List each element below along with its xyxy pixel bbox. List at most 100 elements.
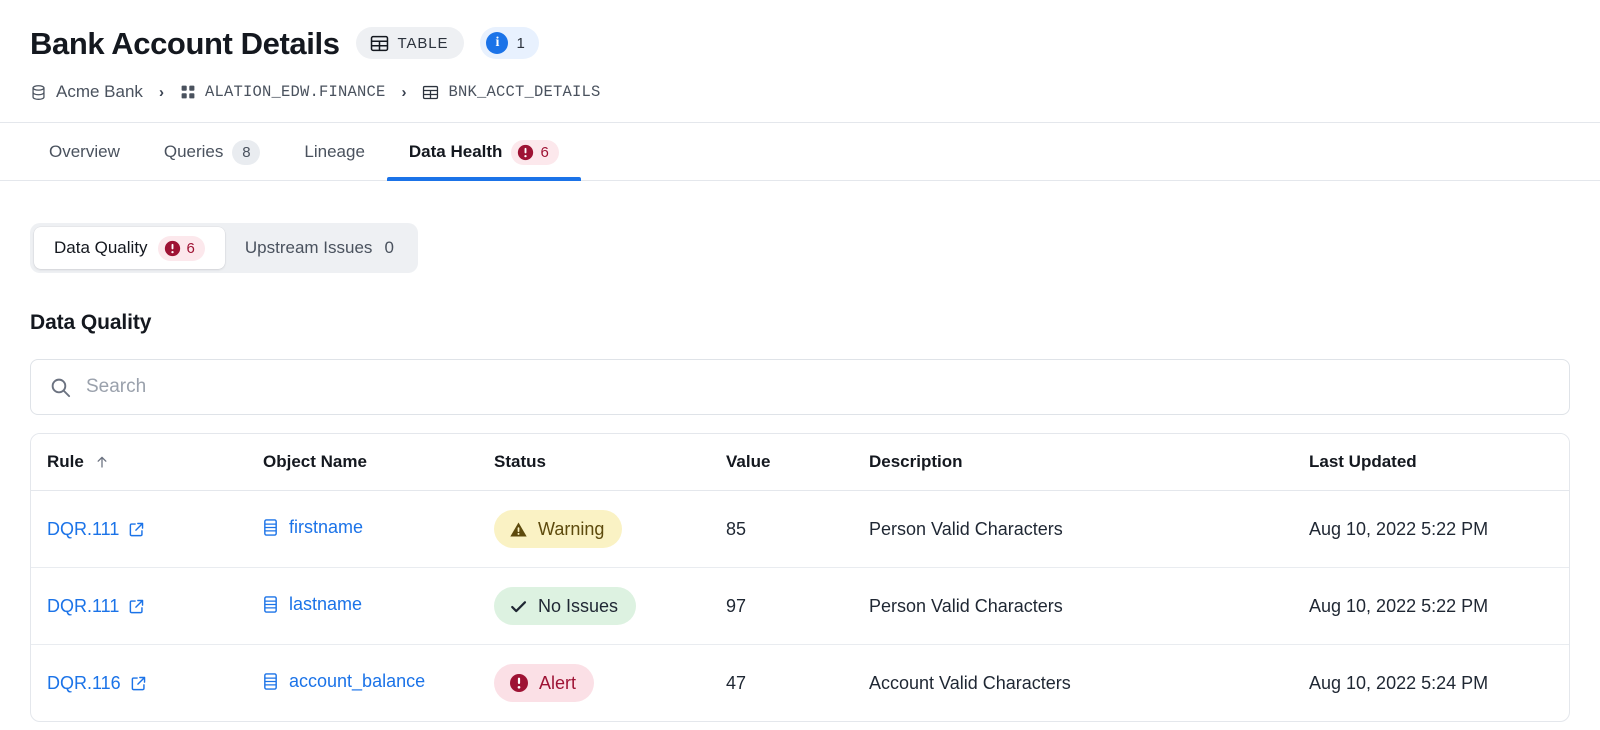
breadcrumb-label-table: BNK_ACCT_DETAILS [448,83,601,101]
column-header-last-updated[interactable]: Last Updated [1309,434,1569,491]
tab-queries-label: Queries [163,142,224,161]
external-link-icon[interactable] [130,675,147,692]
table-row[interactable]: DQR.116 account_balance Alert 47 Account… [31,645,1569,722]
cell-status: Alert [494,645,726,722]
status-badge: Warning [494,510,623,548]
object-name-link[interactable]: account_balance [289,671,425,692]
column-header-status[interactable]: Status [494,434,726,491]
alert-circle-icon [164,240,181,257]
breadcrumb-separator-2: › [401,83,407,101]
cell-last-updated: Aug 10, 2022 5:22 PM [1309,567,1569,645]
cell-rule: DQR.116 [31,645,263,722]
tab-overview[interactable]: Overview [30,124,142,180]
info-chip[interactable]: i 1 [480,27,539,59]
data-quality-table: Rule Object Name Status Value Descriptio… [30,433,1570,722]
status-badge-label: Warning [538,518,605,539]
segment-upstream-issues[interactable]: Upstream Issues 0 [225,227,414,269]
tab-data-health-label: Data Health [408,142,503,161]
cell-object-name: account_balance [263,645,494,722]
breadcrumb-label-schema: ALATION_EDW.FINANCE [204,83,386,101]
tab-lineage-label: Lineage [304,142,365,161]
table-icon [422,84,439,101]
object-name-link[interactable]: lastname [289,594,362,615]
info-chip-count: 1 [516,34,525,52]
column-header-rule[interactable]: Rule [31,434,263,491]
alert-circle-icon [517,144,534,161]
segment-data-quality-badge: 6 [157,235,205,261]
arrow-up-icon [94,454,110,470]
cell-status: Warning [494,490,726,568]
table-row[interactable]: DQR.111 [31,567,1569,645]
column-icon [263,596,278,613]
rule-link[interactable]: DQR.111 [47,519,119,540]
breadcrumb-item-database[interactable]: Acme Bank [30,82,143,102]
rule-link[interactable]: DQR.116 [47,673,121,694]
column-header-description[interactable]: Description [869,434,1309,491]
segment-data-quality-count: 6 [186,239,195,257]
column-header-object-name[interactable]: Object Name [263,434,494,491]
cell-description: Account Valid Characters [869,672,1071,693]
info-icon: i [486,32,509,54]
status-badge: No Issues [494,587,637,625]
title-row: Bank Account Details TABLE i 1 [0,20,1600,66]
tab-queries-badge: 8 [232,139,261,165]
cell-object-name: lastname [263,567,494,645]
column-icon [263,519,278,536]
page-body: Data Quality 6 Upstream Issues 0 Data Qu… [0,181,1600,722]
schema-grid-icon [180,84,196,100]
cell-status: No Issues [494,567,726,645]
cell-object-name: firstname [263,490,494,568]
tab-data-health[interactable]: Data Health 6 [386,124,581,181]
object-name-link[interactable]: firstname [289,517,363,538]
column-header-value[interactable]: Value [726,434,869,491]
warning-triangle-icon [509,520,528,539]
object-type-label: TABLE [397,34,449,52]
cell-last-updated: Aug 10, 2022 5:22 PM [1309,490,1569,568]
app-page: Bank Account Details TABLE i 1 Acme Bank… [0,0,1600,730]
tab-queries[interactable]: Queries 8 [142,124,283,180]
search-box[interactable] [30,359,1570,415]
tab-data-health-badge: 6 [511,139,559,165]
rule-link[interactable]: DQR.111 [47,596,119,617]
cell-rule: DQR.111 [31,490,263,568]
table-header-row: Rule Object Name Status Value Descriptio… [31,434,1569,491]
column-icon [263,673,278,690]
tab-data-health-badge-count: 6 [540,143,549,161]
segment-data-quality-label: Data Quality [54,238,148,257]
alert-circle-icon [509,673,529,693]
cell-rule: DQR.111 [31,567,263,645]
column-header-rule-label: Rule [47,452,84,471]
page-header: Bank Account Details TABLE i 1 Acme Bank… [0,0,1600,123]
cell-value: 97 [726,567,869,645]
tab-lineage[interactable]: Lineage [282,124,387,180]
segment-data-quality[interactable]: Data Quality 6 [34,227,225,269]
status-badge: Alert [494,664,595,702]
table-icon [370,34,389,53]
page-title: Bank Account Details [30,25,340,61]
cell-description: Person Valid Characters [869,490,1309,568]
status-badge-label: Alert [539,672,577,693]
breadcrumb: Acme Bank › ALATION_EDW.FINANCE › BNK_AC… [0,79,1600,105]
external-link-icon[interactable] [128,521,145,538]
cell-value: 85 [726,490,869,568]
breadcrumb-label-database: Acme Bank [56,82,143,101]
search-icon [49,376,72,399]
check-icon [509,597,528,616]
status-badge-label: No Issues [538,595,619,616]
breadcrumb-item-table[interactable]: BNK_ACCT_DETAILS [422,83,600,101]
tab-bar: Overview Queries 8 Lineage Data Health 6 [0,123,1600,181]
external-link-icon[interactable] [128,598,145,615]
search-input[interactable] [86,376,1551,398]
cell-last-updated: Aug 10, 2022 5:24 PM [1309,672,1489,693]
breadcrumb-item-schema[interactable]: ALATION_EDW.FINANCE [180,83,386,101]
section-title: Data Quality [30,311,152,334]
database-icon [30,84,47,101]
segment-upstream-issues-count: 0 [384,238,394,257]
segment-upstream-issues-label: Upstream Issues [244,238,373,257]
cell-description: Person Valid Characters [869,567,1309,645]
object-type-chip[interactable]: TABLE [355,27,465,59]
breadcrumb-separator-1: › [158,83,164,101]
health-segmented-control: Data Quality 6 Upstream Issues 0 [30,223,418,273]
table-row[interactable]: DQR.111 [31,490,1569,568]
tab-overview-label: Overview [49,142,120,161]
